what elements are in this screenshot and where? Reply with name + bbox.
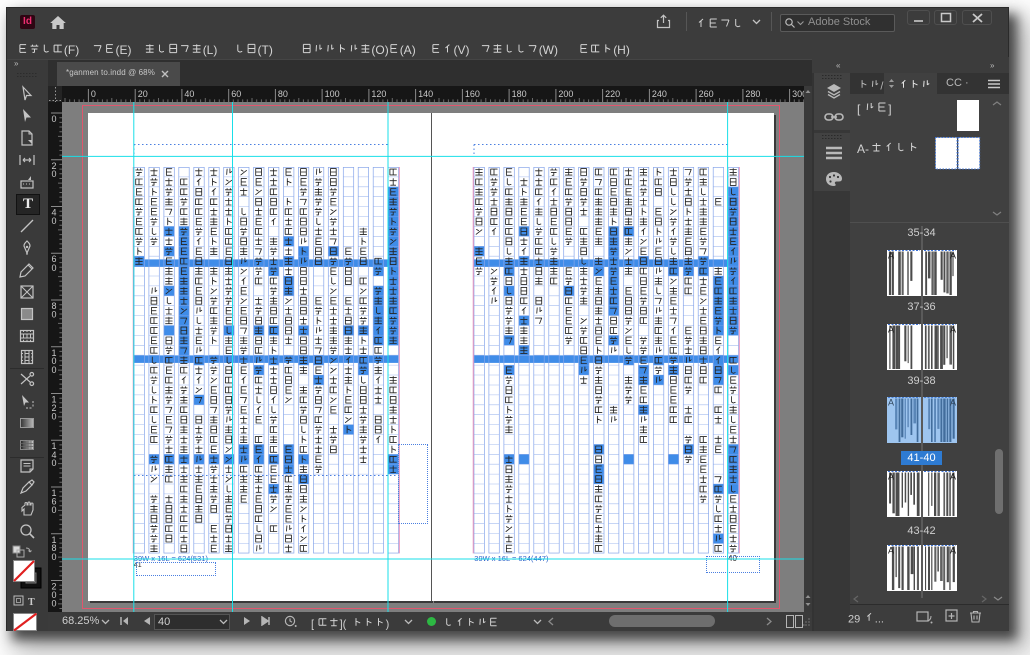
- svg-text:A: A: [888, 546, 894, 556]
- svg-text:A: A: [888, 324, 894, 334]
- svg-text:0: 0: [52, 505, 57, 515]
- svg-text:0: 0: [91, 89, 96, 99]
- svg-text:A: A: [888, 250, 894, 260]
- svg-text:T: T: [28, 597, 35, 607]
- svg-text:]: ]: [888, 102, 891, 116]
- svg-text:/: /: [880, 80, 884, 92]
- svg-text:A: A: [950, 472, 956, 482]
- svg-text:140: 140: [418, 89, 433, 99]
- svg-text:220: 220: [605, 89, 620, 99]
- svg-text:...: ...: [875, 613, 884, 625]
- svg-text:80: 80: [278, 89, 288, 99]
- svg-text:A: A: [888, 472, 894, 482]
- svg-text:A: A: [950, 324, 956, 334]
- svg-text:100: 100: [325, 89, 340, 99]
- svg-text:29: 29: [848, 613, 860, 625]
- svg-text:160: 160: [465, 89, 480, 99]
- svg-text:A: A: [950, 250, 956, 260]
- svg-text:0: 0: [52, 458, 57, 468]
- svg-text:240: 240: [652, 89, 667, 99]
- svg-text:0: 0: [52, 365, 57, 375]
- svg-text:60: 60: [231, 89, 241, 99]
- svg-text:(L): (L): [203, 43, 218, 57]
- svg-text:260: 260: [699, 89, 714, 99]
- svg-text:120: 120: [371, 89, 386, 99]
- svg-text:](: ](: [340, 618, 347, 630]
- svg-text:0: 0: [52, 114, 57, 124]
- svg-text:0: 0: [52, 552, 57, 562]
- svg-text:(H): (H): [613, 43, 630, 57]
- svg-text:280: 280: [745, 89, 760, 99]
- svg-text:0: 0: [52, 310, 57, 320]
- svg-text:0: 0: [52, 263, 57, 273]
- svg-text:(F): (F): [64, 43, 79, 57]
- svg-text:0: 0: [52, 412, 57, 422]
- svg-text:40: 40: [184, 89, 194, 99]
- svg-text:(V): (V): [454, 43, 470, 57]
- svg-text:0: 0: [52, 169, 57, 179]
- svg-text:(A): (A): [400, 43, 416, 57]
- svg-text:(O): (O): [371, 43, 388, 57]
- svg-text:[: [: [311, 618, 314, 630]
- svg-text:A: A: [950, 546, 956, 556]
- svg-text:0: 0: [52, 216, 57, 226]
- svg-text:A-: A-: [857, 142, 869, 156]
- svg-text:180: 180: [512, 89, 527, 99]
- svg-text:0: 0: [52, 599, 57, 609]
- svg-text:200: 200: [558, 89, 573, 99]
- svg-text:(T): (T): [258, 43, 273, 57]
- svg-text:20: 20: [138, 89, 148, 99]
- svg-text:[: [: [857, 102, 861, 116]
- svg-text:): ): [386, 618, 390, 630]
- svg-text:(E): (E): [116, 43, 132, 57]
- svg-text:(W): (W): [539, 43, 558, 57]
